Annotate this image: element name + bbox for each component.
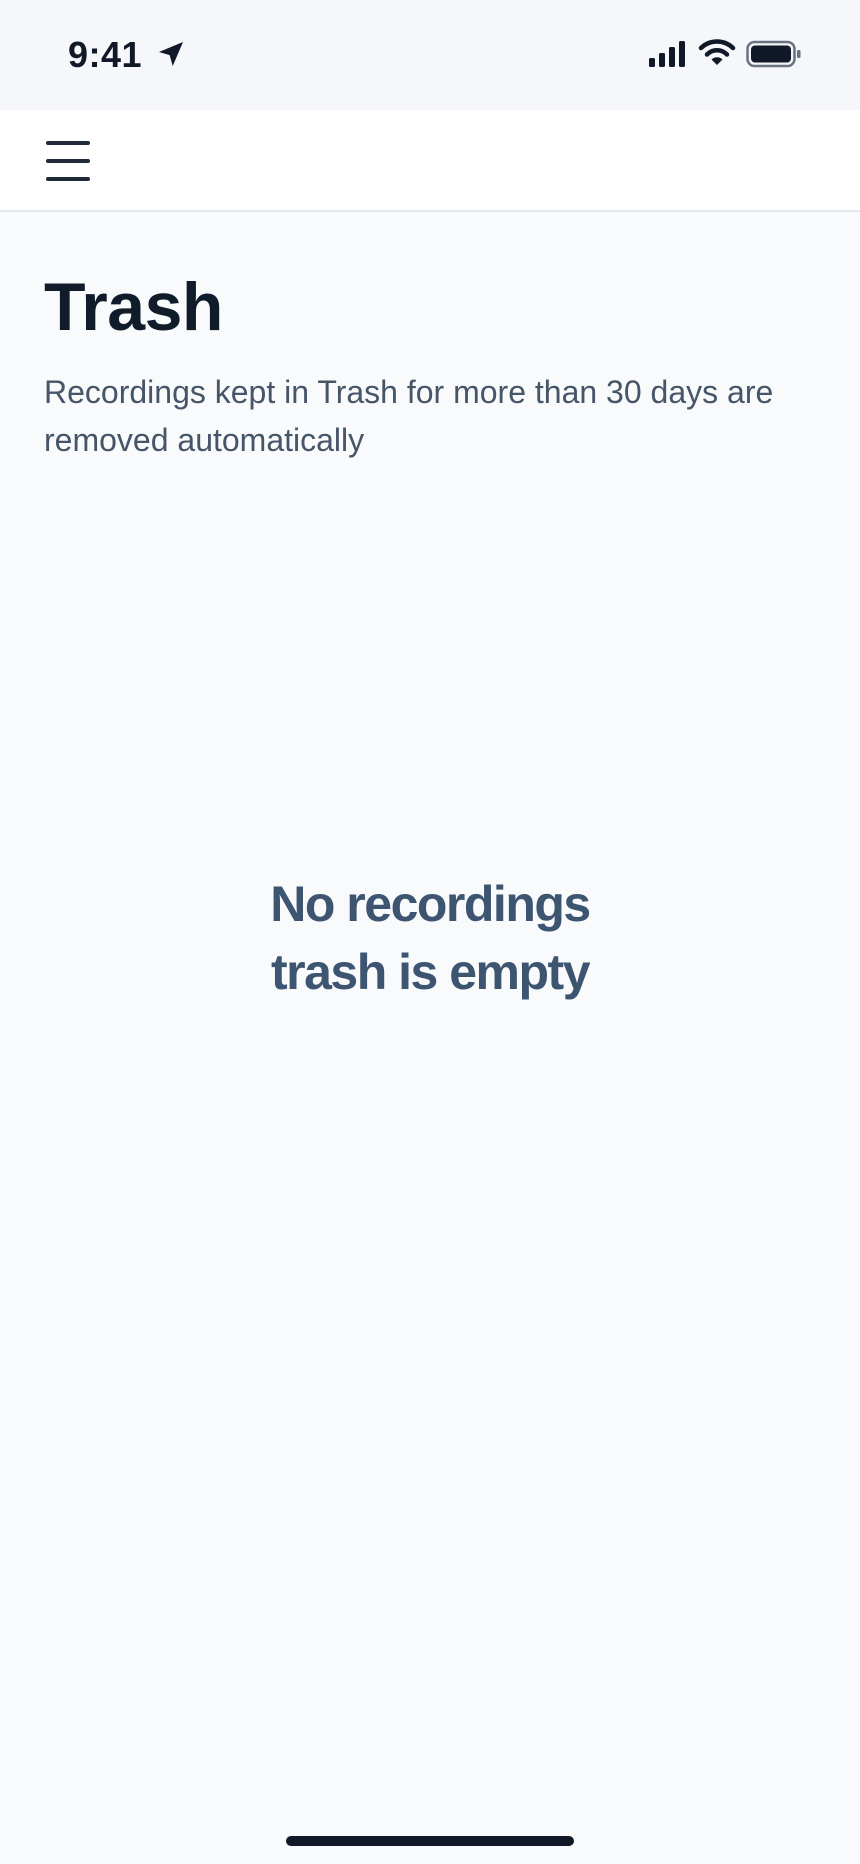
location-arrow-icon (159, 42, 183, 66)
empty-state-message: trash is empty (270, 944, 591, 1000)
wifi-icon (698, 39, 736, 65)
menu-bar-top (46, 141, 90, 145)
hamburger-menu-icon[interactable] (38, 136, 98, 186)
status-bar: 9:41 (0, 0, 860, 110)
cellular-signal-icon (649, 41, 685, 67)
battery-icon (746, 40, 801, 68)
empty-state: No recordings trash is empty (0, 870, 860, 1006)
app-header (0, 110, 860, 212)
page-title: Trash (44, 269, 223, 345)
page-subtitle: Recordings kept in Trash for more than 3… (44, 374, 774, 458)
empty-state-title: No recordings (270, 876, 591, 932)
trash-screen: 9:41 Trash Recordings kept in Trash for … (0, 0, 860, 1864)
home-indicator[interactable] (286, 1836, 574, 1846)
status-time: 9:41 (68, 34, 143, 75)
menu-bar-bottom (46, 177, 90, 181)
menu-bar-middle (46, 159, 90, 163)
